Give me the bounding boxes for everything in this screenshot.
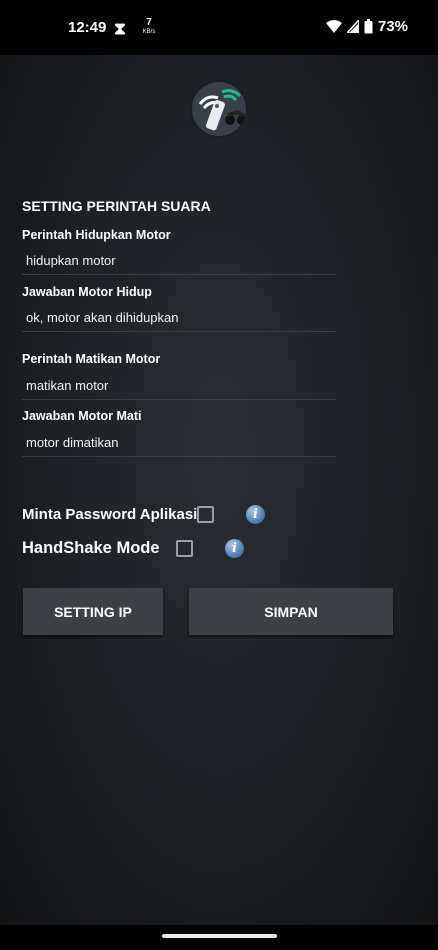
setting-ip-button[interactable]: SETTING IP	[23, 588, 163, 635]
start-reply-label: Jawaban Motor Hidup	[22, 285, 152, 299]
password-info-icon[interactable]: i	[246, 505, 265, 524]
network-speed-unit: KB/s	[142, 29, 156, 35]
stop-command-label: Perintah Matikan Motor	[22, 352, 161, 366]
stop-command-input[interactable]: matikan motor	[22, 374, 336, 400]
status-icons: 73%	[325, 18, 408, 35]
start-command-value: hidupkan motor	[26, 253, 116, 268]
wifi-icon	[325, 20, 342, 33]
status-bar: 12:49 ⧗ 7 KB/s 73%	[0, 0, 438, 55]
app-notification-icon: ⧗	[114, 19, 126, 38]
app-logo	[190, 80, 248, 138]
home-gesture-handle[interactable]	[162, 934, 277, 938]
password-checkbox[interactable]	[197, 506, 214, 523]
navigation-bar	[0, 925, 438, 950]
handshake-info-icon[interactable]: i	[225, 539, 244, 558]
handshake-checkbox[interactable]	[176, 540, 193, 557]
start-command-input[interactable]: hidupkan motor	[22, 249, 336, 275]
battery-icon	[364, 19, 373, 34]
network-speed-value: 7	[146, 17, 152, 28]
start-reply-value: ok, motor akan dihidupkan	[26, 310, 179, 325]
start-command-label: Perintah Hidupkan Motor	[22, 228, 171, 242]
stop-reply-input[interactable]: motor dimatikan	[22, 431, 336, 457]
network-speed: 7 KB/s	[140, 17, 158, 36]
handshake-option-label: HandShake Mode	[22, 539, 160, 557]
stop-reply-value: motor dimatikan	[26, 435, 119, 450]
status-time: 12:49	[68, 19, 107, 36]
stop-command-value: matikan motor	[26, 378, 109, 393]
battery-percent: 73%	[377, 18, 408, 35]
cellular-signal-icon	[346, 20, 359, 33]
stop-reply-label: Jawaban Motor Mati	[22, 409, 142, 423]
voice-command-settings-title: SETTING PERINTAH SUARA	[22, 198, 211, 214]
app-screen: SETTING PERINTAH SUARA Perintah Hidupkan…	[0, 55, 438, 925]
start-reply-input[interactable]: ok, motor akan dihidupkan	[22, 306, 336, 332]
password-option-label: Minta Password Aplikasi	[22, 506, 198, 523]
save-button[interactable]: SIMPAN	[189, 588, 393, 635]
